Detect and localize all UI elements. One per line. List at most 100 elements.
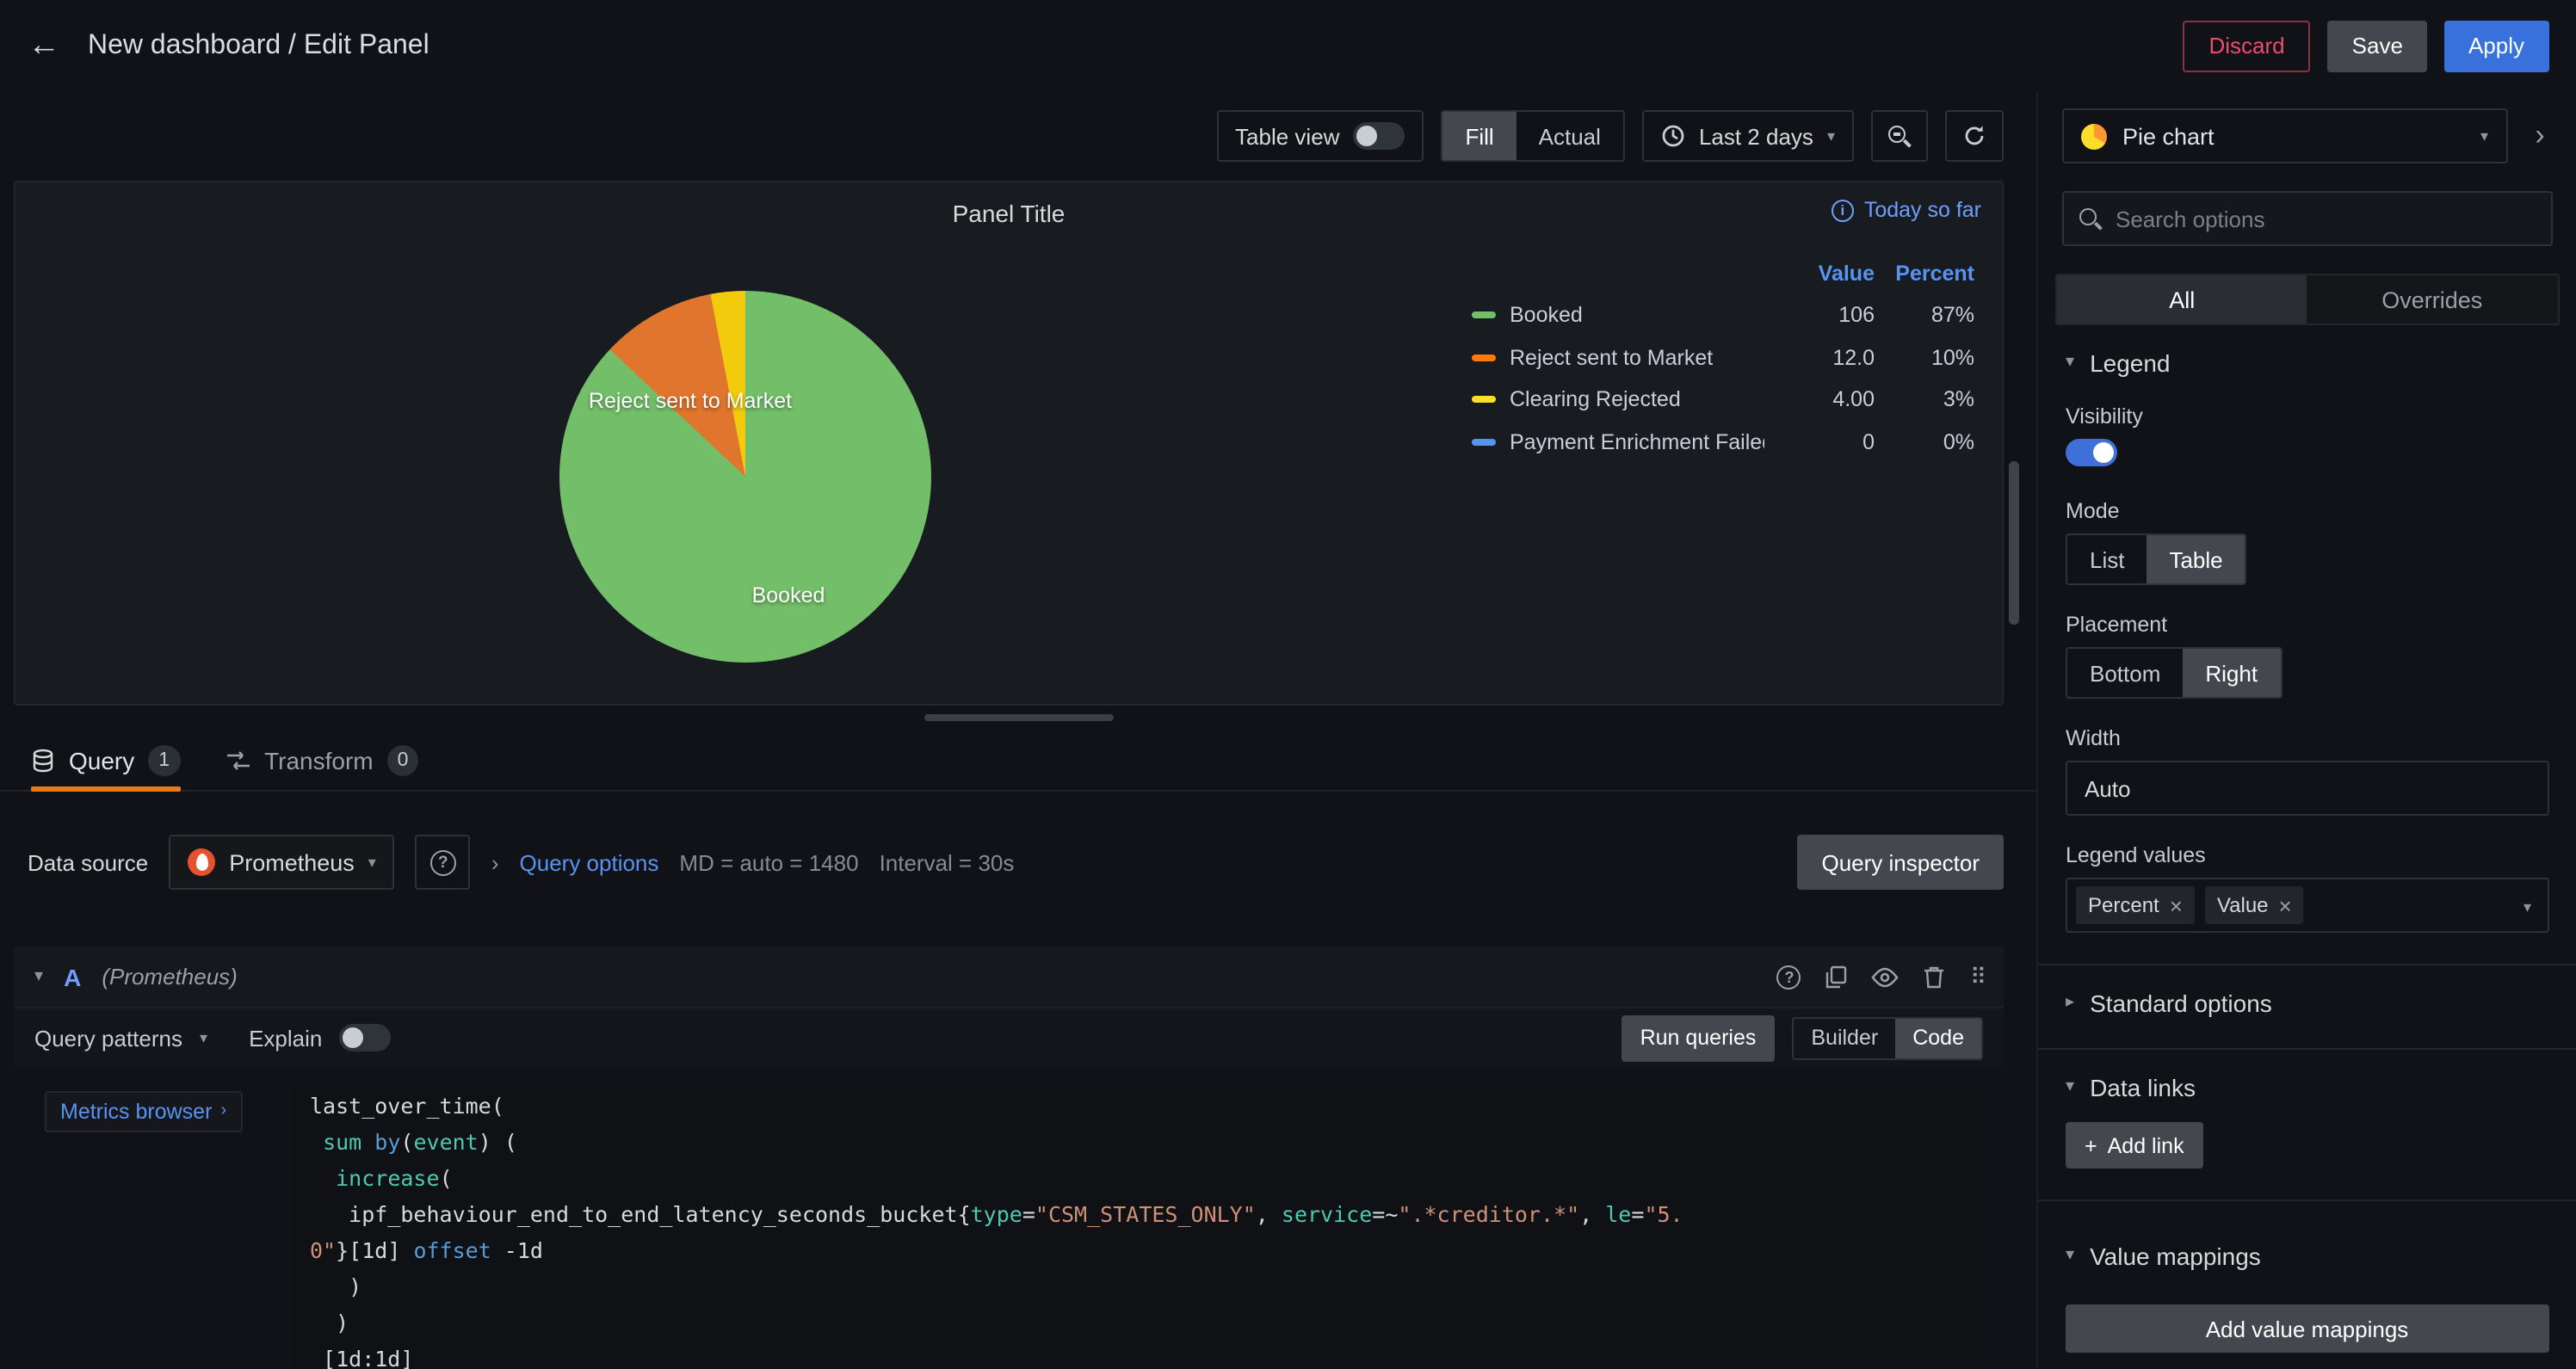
visualization-name: Pie chart	[2122, 123, 2215, 149]
chevron-down-icon: ▾	[368, 854, 376, 870]
zoom-out-button[interactable]	[1871, 110, 1928, 162]
collapse-query-icon[interactable]: ▾	[34, 968, 43, 985]
tab-all-options[interactable]: All	[2057, 275, 2307, 324]
placement-bottom-option[interactable]: Bottom	[2067, 649, 2183, 697]
panel-time-info[interactable]: i Today so far	[1832, 198, 1981, 222]
builder-code-switch: Builder Code	[1792, 1016, 1983, 1059]
max-data-points-info: MD = auto = 1480	[679, 849, 858, 875]
metrics-browser-link[interactable]: Metrics browser ›	[45, 1091, 242, 1132]
legend-row[interactable]: Booked10687%	[1472, 294, 1974, 336]
query-ref-id[interactable]: A	[64, 963, 81, 990]
eye-icon[interactable]	[1872, 966, 1900, 987]
legend-placement-switch: Bottom Right	[2066, 647, 2282, 699]
time-range-picker[interactable]: Last 2 days ▾	[1642, 110, 1854, 162]
trash-icon[interactable]	[1924, 965, 1946, 989]
pie-slice-label: Reject sent to Market	[589, 389, 792, 413]
query-sub-toolbar: Query patterns ▾ Explain Run queries Bui…	[14, 1008, 2004, 1067]
legend-section-header[interactable]: ▾ Legend	[2066, 349, 2548, 377]
back-button[interactable]: ←	[28, 29, 60, 62]
resize-handle[interactable]	[924, 714, 1113, 721]
editor-main: Table view Fill Actual Last 2 days ▾	[0, 91, 2036, 1369]
standard-options-section: ▸ Standard options	[2038, 964, 2576, 1048]
zoom-out-icon	[1888, 125, 1911, 147]
chevron-down-icon: ▾	[200, 1030, 207, 1045]
grafana-edit-panel: ← New dashboard / Edit Panel Discard Sav…	[0, 0, 2576, 1369]
width-label: Width	[2066, 726, 2548, 750]
legend-visibility-switch[interactable]	[2066, 439, 2117, 466]
legend-row[interactable]: Reject sent to Market12.010%	[1472, 336, 1974, 379]
query-inspector-button[interactable]: Query inspector	[1797, 835, 2004, 890]
legend-value-chip[interactable]: Percent ×	[2076, 886, 2195, 924]
legend-width-input[interactable]	[2066, 761, 2548, 816]
legend-row[interactable]: Clearing Rejected4.003%	[1472, 379, 1974, 421]
back-arrow-icon: ←	[28, 28, 60, 64]
actual-option[interactable]: Actual	[1517, 112, 1623, 160]
legend-values-label: Legend values	[2066, 843, 2548, 867]
tab-transform-label: Transform	[264, 746, 374, 774]
remove-chip-icon[interactable]: ×	[2279, 894, 2292, 916]
legend-row[interactable]: Payment Enrichment Failed00%	[1472, 421, 1974, 463]
chip-label: Percent	[2088, 893, 2159, 917]
tab-transform[interactable]: Transform 0	[225, 730, 418, 790]
database-icon	[31, 748, 55, 772]
options-sidebar: Pie chart ▾ › All Overrides ▾ Legend	[2036, 91, 2576, 1369]
discard-button[interactable]: Discard	[2184, 20, 2311, 71]
options-search[interactable]	[2062, 191, 2552, 246]
scrollbar[interactable]	[2009, 461, 2019, 625]
visualization-picker[interactable]: Pie chart ▾	[2062, 108, 2507, 163]
copy-icon[interactable]	[1825, 965, 1848, 989]
datasource-name: Prometheus	[229, 849, 355, 875]
collapse-options-button[interactable]: ›	[2521, 119, 2559, 153]
options-search-input[interactable]	[2116, 206, 2535, 231]
drag-handle-icon[interactable]: ⠿	[1970, 963, 1983, 990]
tab-query-label: Query	[69, 746, 134, 774]
remove-chip-icon[interactable]: ×	[2170, 894, 2183, 916]
add-value-mappings-button[interactable]: Add value mappings	[2066, 1304, 2548, 1353]
legend-mode-switch: List Table	[2066, 533, 2247, 585]
standard-options-header[interactable]: ▸ Standard options	[2066, 990, 2548, 1017]
apply-button[interactable]: Apply	[2444, 20, 2548, 71]
series-color-swatch	[1472, 312, 1496, 319]
mode-table-option[interactable]: Table	[2147, 535, 2245, 583]
builder-option[interactable]: Builder	[1794, 1018, 1895, 1058]
table-view-switch[interactable]	[1353, 122, 1405, 150]
run-queries-button[interactable]: Run queries	[1622, 1014, 1776, 1061]
explain-switch[interactable]	[339, 1024, 391, 1051]
query-help-icon[interactable]: ?	[1777, 965, 1801, 989]
table-view-toggle[interactable]: Table view	[1216, 110, 1424, 162]
refresh-button[interactable]	[1945, 110, 2004, 162]
tab-overrides[interactable]: Overrides	[2307, 275, 2558, 324]
datasource-row: Data source Prometheus ▾ ? › Query optio…	[0, 833, 2036, 891]
fill-option[interactable]: Fill	[1442, 112, 1516, 160]
datasource-picker[interactable]: Prometheus ▾	[169, 835, 395, 890]
series-color-swatch	[1472, 397, 1496, 404]
panel-legend: Value Percent Booked10687%Reject sent to…	[1472, 262, 1974, 463]
legend-value-chip[interactable]: Value ×	[2205, 886, 2304, 924]
legend-col-percent[interactable]: Percent	[1875, 262, 1974, 286]
query-options-toggle[interactable]: Query options	[520, 849, 659, 875]
info-circle-icon: i	[1832, 199, 1854, 221]
series-name: Reject sent to Market	[1510, 346, 1764, 370]
add-link-button[interactable]: + Add link	[2066, 1122, 2203, 1169]
plus-icon: +	[2085, 1133, 2097, 1157]
chip-label: Value	[2217, 893, 2269, 917]
query-patterns-dropdown[interactable]: Query patterns	[34, 1025, 182, 1051]
data-links-header[interactable]: ▾ Data links	[2066, 1074, 2548, 1101]
value-mappings-header[interactable]: ▾ Value mappings	[2066, 1243, 2548, 1270]
fill-actual-switch: Fill Actual	[1441, 110, 1625, 162]
placement-right-option[interactable]: Right	[2183, 649, 2280, 697]
mode-list-option[interactable]: List	[2067, 535, 2147, 583]
angle-right-icon: ›	[2535, 119, 2544, 151]
legend-col-value[interactable]: Value	[1764, 262, 1875, 286]
series-color-swatch	[1472, 355, 1496, 361]
legend-values-multiselect[interactable]: Percent×Value× ▾	[2066, 878, 2548, 933]
tab-query[interactable]: Query 1	[31, 730, 180, 790]
chevron-down-icon: ▾	[2480, 128, 2488, 144]
shuffle-icon	[225, 749, 250, 770]
code-option[interactable]: Code	[1895, 1018, 1981, 1058]
save-button[interactable]: Save	[2328, 20, 2427, 71]
datasource-help-button[interactable]: ?	[416, 835, 471, 890]
clock-icon	[1661, 124, 1685, 148]
series-percent: 0%	[1875, 430, 1974, 454]
promql-code-editor[interactable]: last_over_time( sum by(event) ( increase…	[293, 1077, 1983, 1369]
